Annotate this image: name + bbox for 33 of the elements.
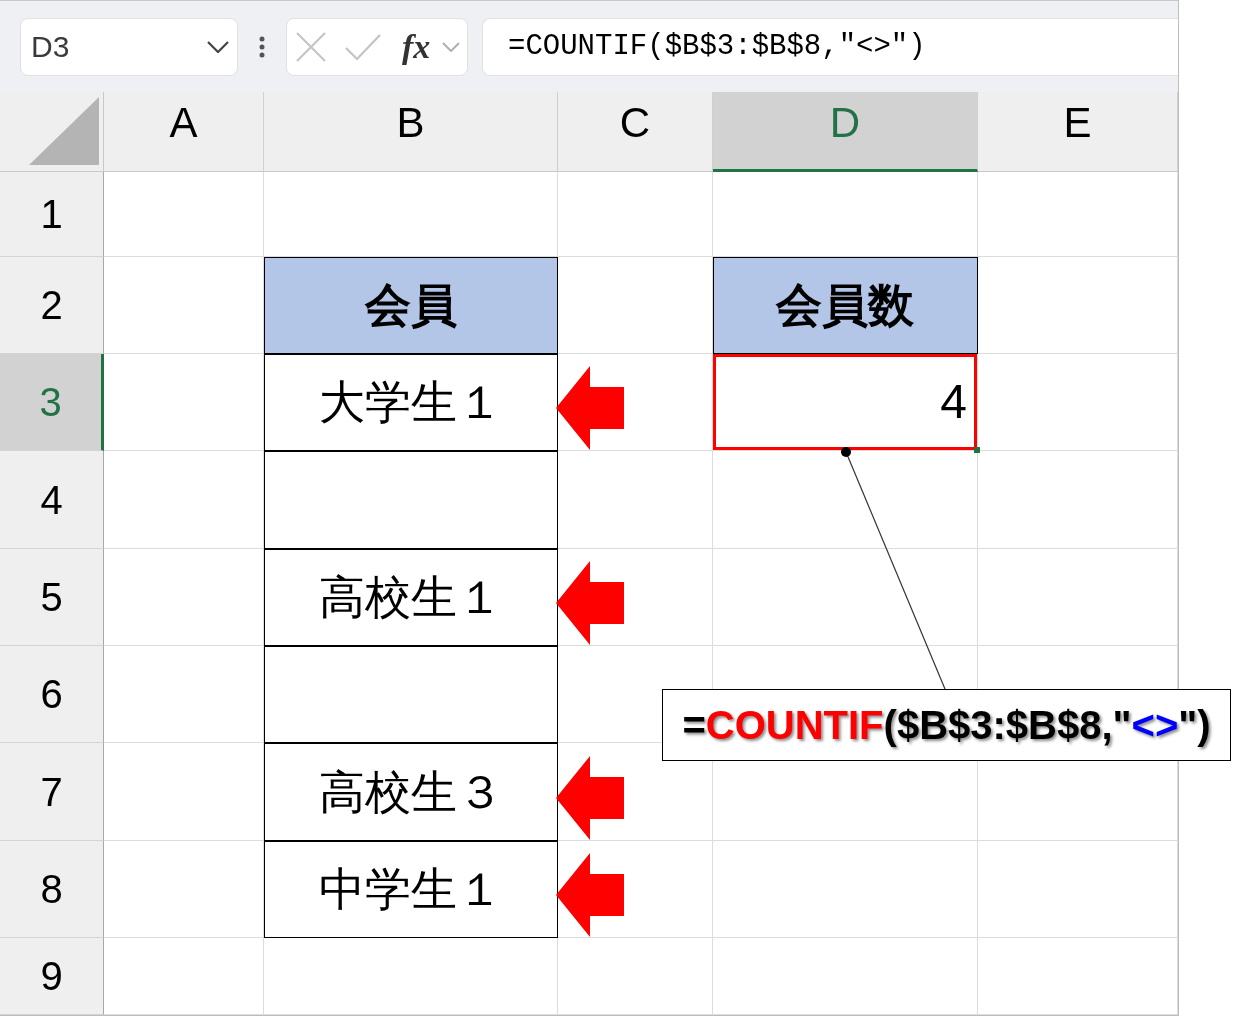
function-button[interactable]: fx [402, 29, 431, 64]
table-header-cell: 会員数 [713, 257, 978, 354]
row-header[interactable]: 7 [0, 743, 104, 841]
row-header[interactable]: 5 [0, 549, 104, 646]
check-icon[interactable] [345, 32, 381, 61]
more-icon[interactable] [259, 35, 265, 58]
row-header[interactable]: 3 [0, 354, 104, 451]
select-all-button[interactable] [0, 92, 104, 172]
name-box[interactable]: D3 [20, 17, 238, 76]
row-header[interactable]: 4 [0, 451, 104, 549]
row-header[interactable]: 1 [0, 172, 104, 257]
table-header-cell: 会員 [264, 257, 558, 354]
row-header[interactable]: 8 [0, 841, 104, 938]
table-cell: 中学生１ [264, 841, 558, 938]
table-cell: 大学生１ [264, 354, 558, 451]
chevron-down-icon[interactable] [207, 40, 229, 53]
formula-field[interactable]: =COUNTIF($B$3:$B$8,"<>") [482, 17, 1178, 76]
formula-callout: =COUNTIF($B$3:$B$8,"<>") [662, 689, 1231, 761]
row-header[interactable]: 6 [0, 646, 104, 743]
column-header[interactable]: B [264, 92, 558, 172]
close-icon[interactable] [296, 31, 326, 62]
triangle-icon [29, 97, 99, 165]
cell-value: 4 [940, 378, 967, 426]
row-header[interactable]: 9 [0, 938, 104, 1015]
column-header[interactable]: D [713, 92, 978, 172]
table-cell: 高校生３ [264, 743, 558, 841]
column-header[interactable]: C [558, 92, 713, 172]
row-header[interactable]: 2 [0, 257, 104, 354]
fill-handle[interactable] [974, 447, 980, 453]
column-header[interactable]: E [978, 92, 1178, 172]
table-cell: 高校生１ [264, 549, 558, 646]
column-header[interactable]: A [104, 92, 264, 172]
anchor-dot-icon [841, 447, 851, 457]
